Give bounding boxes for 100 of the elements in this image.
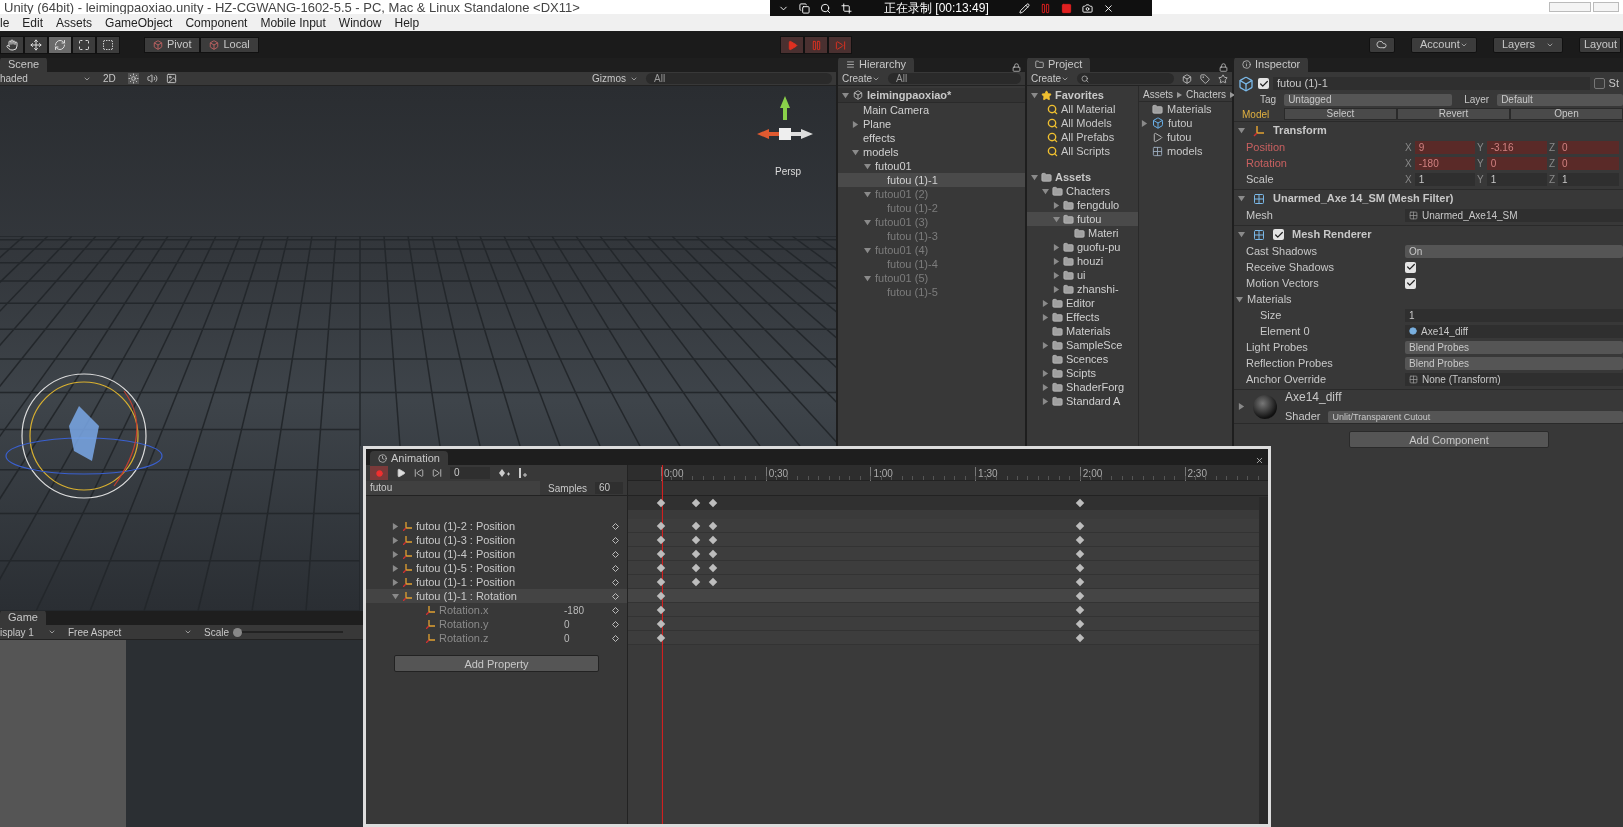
project-folder-item[interactable]: futou bbox=[1027, 212, 1138, 226]
project-folder-item[interactable]: SampleSce bbox=[1027, 338, 1138, 352]
number-field[interactable]: 0 bbox=[1558, 140, 1619, 154]
project-folder-item[interactable]: ShaderForg bbox=[1027, 380, 1138, 394]
frame-field[interactable]: 0 bbox=[450, 467, 490, 479]
breadcrumb-link[interactable]: Chacters bbox=[1186, 87, 1227, 102]
object-field[interactable]: 1 bbox=[1405, 308, 1623, 322]
collapsed-triangle-icon[interactable] bbox=[1042, 383, 1049, 391]
object-field[interactable]: Axe14_diff bbox=[1405, 324, 1623, 338]
aspect-dropdown[interactable]: Free Aspect bbox=[60, 624, 200, 640]
menu-item[interactable]: Help bbox=[394, 13, 420, 32]
hierarchy-item[interactable]: Main Camera bbox=[838, 103, 1025, 117]
camera-icon[interactable] bbox=[1081, 2, 1093, 14]
breadcrumb-link[interactable]: Assets bbox=[1143, 87, 1173, 102]
object-field[interactable]: Unarmed_Axe14_SM bbox=[1405, 208, 1623, 222]
hierarchy-item[interactable]: models bbox=[838, 145, 1025, 159]
expanded-triangle-icon[interactable] bbox=[1236, 295, 1243, 303]
asset-item[interactable]: futou bbox=[1139, 116, 1232, 130]
project-folder-item[interactable]: Materi bbox=[1027, 226, 1138, 240]
keyframe-marker[interactable] bbox=[1075, 605, 1084, 615]
project-folder-item[interactable]: Standard A bbox=[1027, 394, 1138, 408]
scale-slider[interactable] bbox=[233, 627, 343, 637]
keyframe-marker[interactable] bbox=[1075, 619, 1084, 629]
expanded-triangle-icon[interactable] bbox=[852, 148, 859, 156]
collapsed-triangle-icon[interactable] bbox=[1238, 403, 1245, 410]
assets-header[interactable]: Assets bbox=[1027, 170, 1138, 184]
copy-icon[interactable] bbox=[799, 2, 810, 14]
collapsed-triangle-icon[interactable] bbox=[392, 578, 399, 586]
favorite-search-item[interactable]: All Material bbox=[1027, 102, 1138, 116]
keyframe-marker[interactable] bbox=[656, 498, 666, 508]
project-folder-item[interactable]: Effects bbox=[1027, 310, 1138, 324]
expanded-triangle-icon[interactable] bbox=[864, 246, 871, 254]
menu-item[interactable]: Window bbox=[338, 13, 382, 32]
component-header[interactable]: Transform bbox=[1234, 122, 1623, 139]
checkbox[interactable] bbox=[1405, 261, 1416, 273]
collapsed-triangle-icon[interactable] bbox=[392, 564, 399, 572]
project-folder-item[interactable]: Chacters bbox=[1027, 184, 1138, 198]
collapsed-triangle-icon[interactable] bbox=[1053, 271, 1060, 279]
expanded-triangle-icon[interactable] bbox=[842, 91, 849, 99]
favorite-search-item[interactable]: All Prefabs bbox=[1027, 130, 1138, 144]
collapsed-triangle-icon[interactable] bbox=[852, 120, 859, 128]
project-folder-item[interactable]: guofu-pu bbox=[1027, 240, 1138, 254]
next-key-icon[interactable] bbox=[432, 468, 442, 478]
expanded-triangle-icon[interactable] bbox=[1053, 215, 1060, 223]
shader-dropdown[interactable]: Unlit/Transparent Cutout bbox=[1328, 410, 1623, 423]
rect-tool-button[interactable] bbox=[96, 35, 120, 54]
keyframe-marker[interactable] bbox=[1075, 521, 1084, 531]
keyframe-marker[interactable] bbox=[691, 577, 701, 587]
keyframe-marker[interactable] bbox=[1075, 591, 1084, 601]
keyframe-marker[interactable] bbox=[1075, 563, 1084, 573]
keyframe-marker[interactable] bbox=[709, 563, 718, 573]
favorite-search-item[interactable]: All Models bbox=[1027, 116, 1138, 130]
asset-item[interactable]: models bbox=[1139, 144, 1232, 158]
keyframe-marker[interactable] bbox=[656, 633, 666, 643]
close-icon[interactable] bbox=[1255, 456, 1264, 465]
object-field[interactable]: None (Transform) bbox=[1405, 372, 1623, 386]
number-field[interactable]: -180 bbox=[1414, 156, 1475, 170]
rotate-tool-button[interactable] bbox=[48, 35, 72, 54]
property-track[interactable]: Rotation.x -180 bbox=[366, 603, 627, 617]
lighting-toggle-icon[interactable] bbox=[127, 73, 139, 84]
property-track[interactable]: futou (1)-2 : Position bbox=[366, 519, 627, 533]
keyframe-marker[interactable] bbox=[656, 605, 666, 615]
property-track[interactable]: futou (1)-3 : Position bbox=[366, 533, 627, 547]
collapsed-triangle-icon[interactable] bbox=[1053, 285, 1060, 293]
expanded-triangle-icon[interactable] bbox=[864, 218, 871, 226]
project-folder-item[interactable]: Scences bbox=[1027, 352, 1138, 366]
layout-dropdown[interactable]: Layout bbox=[1578, 36, 1621, 53]
project-folder-item[interactable]: ui bbox=[1027, 268, 1138, 282]
number-field[interactable]: 9 bbox=[1414, 140, 1475, 154]
collapsed-triangle-icon[interactable] bbox=[392, 550, 399, 558]
number-field[interactable]: 0 bbox=[1558, 156, 1619, 170]
collapsed-triangle-icon[interactable] bbox=[1042, 369, 1049, 377]
menu-item[interactable]: Component bbox=[185, 13, 248, 32]
expanded-triangle-icon[interactable] bbox=[1031, 173, 1038, 181]
expanded-triangle-icon[interactable] bbox=[864, 190, 871, 198]
keyframe-marker[interactable] bbox=[656, 563, 666, 573]
menu-item[interactable]: le bbox=[0, 13, 10, 32]
keyframe-marker[interactable] bbox=[656, 577, 666, 587]
keyframe-marker[interactable] bbox=[691, 549, 701, 559]
project-folder-item[interactable]: Editor bbox=[1027, 296, 1138, 310]
create-dropdown[interactable]: Create bbox=[842, 71, 880, 86]
layers-dropdown[interactable]: Layers bbox=[1492, 36, 1563, 53]
keyframe-marker[interactable] bbox=[691, 535, 701, 545]
keyframe-marker[interactable] bbox=[709, 498, 718, 508]
asset-item[interactable]: futou bbox=[1139, 130, 1232, 144]
shading-dropdown[interactable]: haded bbox=[0, 71, 95, 86]
create-dropdown[interactable]: Create bbox=[1031, 71, 1069, 86]
lock-icon[interactable] bbox=[1012, 63, 1021, 72]
property-track[interactable]: Rotation.y 0 bbox=[366, 617, 627, 631]
hand-tool-button[interactable] bbox=[0, 35, 24, 54]
property-track[interactable]: futou (1)-5 : Position bbox=[366, 561, 627, 575]
component-header[interactable]: Unarmed_Axe 14_SM (Mesh Filter) bbox=[1234, 190, 1623, 207]
dropdown-field[interactable]: Blend Probes bbox=[1405, 356, 1623, 370]
collapsed-triangle-icon[interactable] bbox=[1053, 201, 1060, 209]
keyframe-marker[interactable] bbox=[1075, 498, 1084, 508]
hierarchy-item[interactable]: effects bbox=[838, 131, 1025, 145]
keyframe-marker[interactable] bbox=[691, 521, 701, 531]
expanded-triangle-icon[interactable] bbox=[1238, 127, 1245, 134]
menu-item[interactable]: GameObject bbox=[105, 13, 173, 32]
scale-tool-button[interactable] bbox=[72, 35, 96, 54]
